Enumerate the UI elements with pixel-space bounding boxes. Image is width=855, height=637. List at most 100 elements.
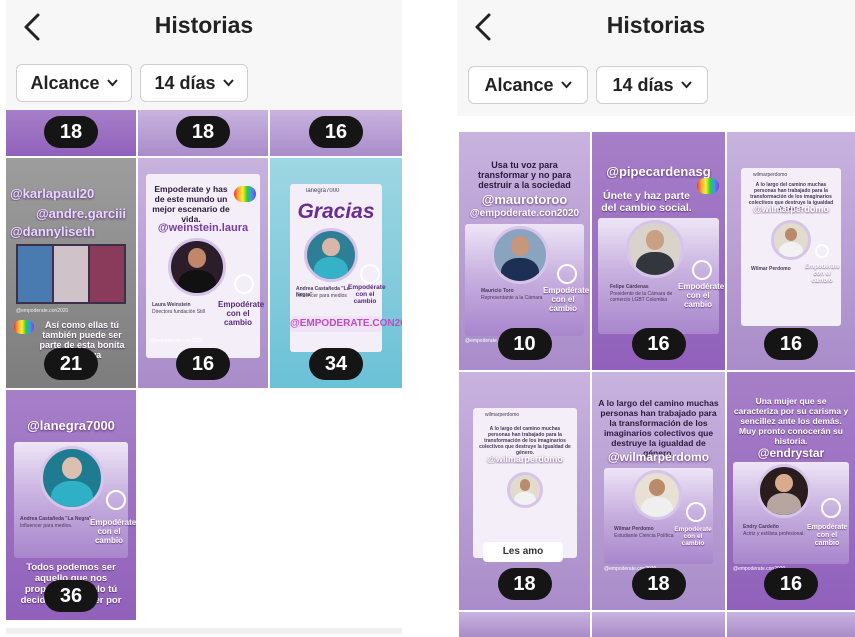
story-card: Felipe Cárdenas Presidente de la Cámara … [598,218,725,334]
person-name: Andrea Castañeda "La Negra" [20,516,92,522]
story-tile[interactable]: Usa tu voz para transformar y no para de… [459,132,590,370]
filter-bar: Alcance 14 días [457,56,855,116]
story-tile[interactable] [592,612,725,637]
person-name: Felipe Cárdenas [610,284,649,290]
stories-panel-right: Historias Alcance 14 días Usa tu voz par… [457,0,855,637]
campaign-signature: Empodérate con el cambio [348,284,386,305]
avatar [491,226,549,284]
impressions-badge: 10 [497,328,552,360]
chevron-down-icon [106,79,118,87]
story-username: wilmarperdomo [753,172,788,178]
chevron-down-icon [560,81,572,89]
story-handle: @karlapaul20 [10,186,95,201]
scope-filter-button[interactable]: Alcance [468,66,588,104]
story-tile[interactable]: wilmarperdomo A lo largo del camino much… [727,132,855,370]
story-tile[interactable]: A lo largo del camino muchas personas ha… [592,372,725,610]
story-card: wilmarperdomo A lo largo del camino much… [473,408,577,558]
avatar [757,464,811,518]
story-caption: Usa tu voz para transformar y no para de… [477,160,572,190]
scope-filter-label: Alcance [30,72,100,93]
campaign-signature: Empodérate con el cambio [543,286,590,313]
period-filter-label: 14 días [154,72,216,93]
story-tile[interactable]: wilmarperdomo A lo largo del camino much… [459,372,590,610]
impressions-badge: 16 [309,116,363,148]
story-tile[interactable] [459,612,590,637]
hand-icon [686,502,706,522]
scope-filter-button[interactable]: Alcance [16,64,132,102]
story-handle: @endrystar [757,446,825,460]
page-title: Historias [154,12,254,38]
period-filter-button[interactable]: 14 días [596,66,708,104]
chevron-down-icon [222,79,234,87]
impressions-badge: 36 [44,580,98,612]
page-title: Historias [606,12,706,38]
rainbow-heart-icon [234,186,256,202]
person-name: Mauricio Toro [481,288,514,294]
person-role: Presidente de la Cámara de comercio LGBT… [610,291,673,303]
story-tile[interactable]: @lanegra7000 Andrea Castañeda "La Negra"… [6,390,136,620]
campaign-signature: Empodérate con el cambio [678,282,725,309]
hand-icon [815,244,829,258]
story-tile[interactable]: 16 [270,110,402,156]
period-filter-label: 14 días [612,74,674,95]
impressions-badge: 34 [309,348,363,380]
avatar [304,228,358,282]
story-card: Wilmar Perdomo Estudiante Ciencia Políti… [604,468,713,564]
person-name: Endry Cardeño [743,524,779,530]
person-name: Laura Weinstein [152,302,191,308]
story-caption: Una mujer que se caracteriza por su cari… [733,396,849,446]
campaign-signature: Empodérate con el cambio [90,518,136,545]
story-tile[interactable]: @pipecardenasg Únete y haz parte del cam… [592,132,725,370]
campaign-signature: Empodérate con el cambio [218,300,265,327]
story-handle: @andre.garciii [36,206,126,221]
story-tile[interactable] [727,612,855,637]
story-tile[interactable]: Empoderate y has de este mundo un mejor … [138,158,268,388]
story-handle: @lanegra7000 [27,418,115,433]
stories-grid: Usa tu voz para transformar y no para de… [457,132,855,637]
rainbow-heart-icon [14,320,34,334]
story-caption: Únete y haz parte del cambio social. [601,190,692,214]
person-name: Wilmar Perdomo [751,266,791,272]
avatar [40,446,104,510]
story-caption: A lo largo del camino muchas personas ha… [479,426,571,456]
stories-panel-left: Historias Alcance 14 días 18 18 16 @karl… [6,0,402,637]
avatar [632,470,682,520]
hand-icon [692,260,712,280]
story-card: Endry Cardeño Actriz y estilista profesi… [733,462,849,564]
scope-filter-label: Alcance [484,74,554,95]
story-tile[interactable]: 18 [6,110,136,156]
person-role: Influencer para medios [296,293,347,299]
period-filter-button[interactable]: 14 días [140,64,248,102]
story-handle: @dannyliseth [10,224,95,239]
person-role: Representante a la Cámara [481,295,543,301]
story-tile[interactable]: @karlapaul20 @andre.garciii @dannyliseth… [6,158,136,388]
story-handle: @wilmarperdomo [607,450,710,464]
header: Historias [457,0,855,56]
campaign-signature: Empodérate con el cambio [674,526,712,547]
bottom-bar [6,628,402,634]
impressions-badge: 18 [176,116,230,148]
rainbow-heart-icon [697,178,719,194]
sticker-label: Les amo [483,542,563,562]
impressions-badge: 21 [44,348,98,380]
campaign-strip: @EMPODERATE.CON2020 [290,316,402,332]
header: Historias [6,0,402,56]
story-tile[interactable]: Una mujer que se caracteriza por su cari… [727,372,855,610]
story-card: Empoderate y has de este mundo un mejor … [146,174,265,358]
hand-icon [234,274,254,294]
footer-handle: @empoderate.con2020 [150,338,203,344]
story-tile[interactable]: 18 [138,110,268,156]
impressions-badge: 18 [44,116,98,148]
impressions-badge: 16 [176,348,230,380]
story-handle: @weinstein.laura [157,222,249,234]
story-tile[interactable]: lanegra7000 Gracias Andrea Castañeda "La… [270,158,402,388]
person-role: Influencer para medios. [20,523,73,529]
chevron-down-icon [680,81,692,89]
campaign-signature: Empodérate con el cambio [805,264,840,284]
hand-icon [360,264,380,284]
hand-icon [821,498,841,518]
person-role: Estudiante Ciencia Política [614,533,674,539]
story-card: wilmarperdomo A lo largo del camino much… [741,168,841,326]
impressions-badge: 18 [631,568,686,600]
impressions-badge: 16 [631,328,686,360]
